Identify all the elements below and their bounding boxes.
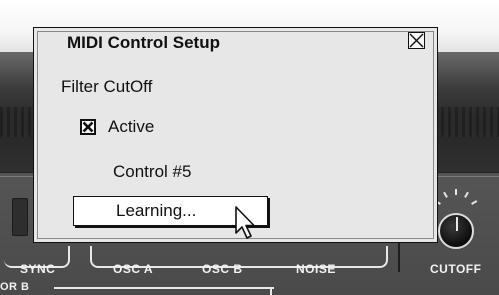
cutoff-label: CUTOFF (430, 262, 482, 276)
section-line-tail (270, 287, 272, 295)
knob-tick (455, 189, 457, 195)
knob-pointer (456, 217, 458, 231)
osc-b-label: OSC B (202, 262, 243, 276)
active-checkbox[interactable] (80, 119, 96, 135)
sync-label: SYNC (20, 262, 56, 276)
noise-label: NOISE (296, 262, 336, 276)
close-button[interactable] (408, 32, 425, 49)
cutoff-knob[interactable] (438, 213, 474, 249)
osc-b-section-label: OR B (0, 281, 30, 293)
osc-a-label: OSC A (113, 262, 154, 276)
active-label: Active (108, 117, 155, 136)
slider-slot[interactable] (12, 198, 28, 236)
dialog-title-bar[interactable]: MIDI Control Setup (34, 28, 437, 56)
arrow-cursor-icon (235, 206, 255, 239)
checkbox-checked-icon (82, 121, 94, 133)
close-icon (409, 33, 424, 48)
dialog-title: MIDI Control Setup (67, 33, 220, 52)
section-line (54, 287, 274, 289)
control-number: Control #5 (113, 162, 192, 181)
parameter-name: Filter CutOff (61, 77, 153, 96)
